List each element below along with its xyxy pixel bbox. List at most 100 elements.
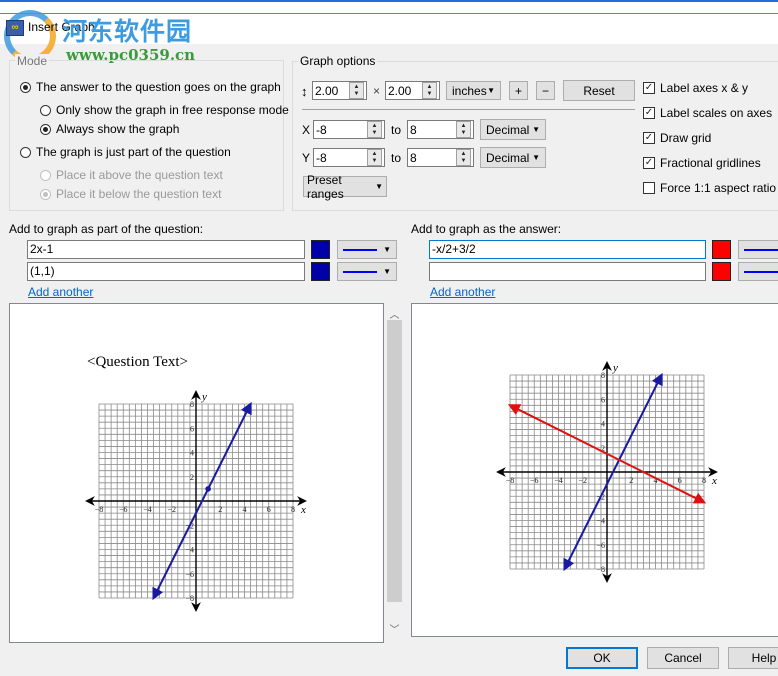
radio-only-free-response[interactable]: Only show the graph in free response mod… bbox=[40, 103, 289, 117]
series-point bbox=[205, 486, 211, 492]
app-icon: ∞ bbox=[6, 20, 24, 36]
checkbox[interactable]: ✓ bbox=[643, 157, 655, 169]
x-min-value[interactable]: -8 bbox=[314, 123, 367, 137]
x-tick-label: 6 bbox=[267, 505, 271, 514]
y-tick-label: −8 bbox=[596, 565, 605, 574]
y-tick-label: 6 bbox=[601, 395, 605, 404]
checkbox-draw-grid[interactable]: ✓ Draw grid bbox=[643, 131, 711, 145]
question-add-another-link[interactable]: Add another bbox=[28, 285, 93, 299]
checkbox-label-scales[interactable]: ✓ Label scales on axes bbox=[643, 106, 772, 120]
times-sign: × bbox=[373, 84, 381, 98]
x-tick-label: 4 bbox=[243, 505, 247, 514]
radio-button[interactable] bbox=[40, 104, 51, 116]
radio-answer-on-graph[interactable]: The answer to the question goes on the g… bbox=[20, 80, 281, 94]
height-spinner[interactable]: 2.00 ▲ ▼ bbox=[312, 81, 367, 100]
radio-place-above: Place it above the question text bbox=[40, 168, 223, 182]
radio-part-of-question[interactable]: The graph is just part of the question bbox=[20, 145, 231, 159]
line-style-sample bbox=[343, 270, 378, 273]
radio-button[interactable] bbox=[40, 123, 51, 135]
y-to-label: to bbox=[391, 151, 402, 165]
answer-item-color-swatch[interactable] bbox=[712, 262, 731, 281]
mode-legend: Mode bbox=[15, 54, 50, 68]
spin-arrows[interactable]: ▲ ▼ bbox=[422, 82, 437, 99]
radio-button[interactable] bbox=[20, 81, 31, 93]
x-max-value[interactable]: 8 bbox=[408, 123, 456, 137]
x-format-value: Decimal bbox=[486, 122, 530, 137]
question-item-input[interactable]: 2x-1 bbox=[27, 240, 305, 259]
y-min-value[interactable]: -8 bbox=[314, 151, 367, 165]
checkbox-label: Label axes x & y bbox=[660, 81, 749, 95]
radio-label: Only show the graph in free response mod… bbox=[56, 103, 289, 117]
y-tick-label: −4 bbox=[596, 517, 605, 526]
chevron-down-icon: ▼ bbox=[487, 86, 495, 95]
spin-arrows[interactable]: ▲ ▼ bbox=[456, 149, 471, 166]
y-tick-label: 6 bbox=[190, 424, 194, 433]
answer-item-input[interactable]: -x/2+3/2 bbox=[429, 240, 706, 259]
scroll-down-arrow[interactable]: ﹀ bbox=[384, 621, 405, 636]
radio-always-show[interactable]: Always show the graph bbox=[40, 122, 179, 136]
checkbox-label: Draw grid bbox=[660, 131, 712, 145]
y-tick-label: 8 bbox=[190, 400, 194, 409]
help-button[interactable]: Help bbox=[728, 647, 778, 669]
answer-item-input[interactable] bbox=[429, 262, 706, 281]
question-item-input[interactable]: (1,1) bbox=[27, 262, 305, 281]
spin-arrows[interactable]: ▲ ▼ bbox=[367, 121, 382, 138]
zoom-in-button[interactable]: + bbox=[509, 81, 528, 100]
x-format-dropdown[interactable]: Decimal ▼ bbox=[480, 119, 546, 140]
y-tick-label: −6 bbox=[596, 541, 605, 550]
answer-item-color-swatch[interactable] bbox=[712, 240, 731, 259]
spin-arrows[interactable]: ▲ ▼ bbox=[456, 121, 471, 138]
spin-arrows[interactable]: ▲ ▼ bbox=[349, 82, 364, 99]
checkbox-fractional-gridlines[interactable]: ✓ Fractional gridlines bbox=[643, 156, 761, 170]
height-value[interactable]: 2.00 bbox=[313, 84, 349, 98]
scroll-up-arrow[interactable]: ︿ bbox=[384, 306, 405, 321]
radio-button bbox=[40, 188, 51, 200]
question-preview-pane: <Question Text> xy−8−6−4−224688642−2−4−6… bbox=[9, 303, 384, 643]
checkbox[interactable]: ✓ bbox=[643, 82, 655, 94]
x-max-spinner[interactable]: 8 ▲ ▼ bbox=[407, 120, 474, 139]
y-max-value[interactable]: 8 bbox=[408, 151, 456, 165]
radio-button[interactable] bbox=[20, 146, 31, 158]
preset-ranges-button[interactable]: Preset ranges ▼ bbox=[303, 173, 387, 201]
ok-button[interactable]: OK bbox=[566, 647, 638, 669]
answer-item-line-style-dropdown[interactable] bbox=[738, 262, 778, 281]
watermark-text: 河东软件园 bbox=[62, 17, 193, 46]
units-dropdown[interactable]: inches ▼ bbox=[446, 81, 501, 100]
y-tick-label: 4 bbox=[601, 420, 605, 429]
checkbox[interactable] bbox=[643, 182, 655, 194]
chevron-down-icon: ▼ bbox=[383, 245, 391, 254]
title-bar-top-border bbox=[0, 0, 778, 2]
answer-add-another-link[interactable]: Add another bbox=[430, 285, 495, 299]
width-spinner[interactable]: 2.00 ▲ ▼ bbox=[385, 81, 440, 100]
checkbox-label: Label scales on axes bbox=[660, 106, 773, 120]
question-graph: xy−8−6−4−224688642−2−4−6−8 bbox=[85, 390, 307, 612]
y-min-spinner[interactable]: -8 ▲ ▼ bbox=[313, 148, 385, 167]
checkbox-force-aspect[interactable]: Force 1:1 aspect ratio bbox=[643, 181, 776, 195]
checkbox-label-axes[interactable]: ✓ Label axes x & y bbox=[643, 81, 748, 95]
answer-item-line-style-dropdown[interactable] bbox=[738, 240, 778, 259]
x-min-spinner[interactable]: -8 ▲ ▼ bbox=[313, 120, 385, 139]
spin-arrows[interactable]: ▲ ▼ bbox=[367, 149, 382, 166]
checkbox[interactable]: ✓ bbox=[643, 132, 655, 144]
x-tick-label: 2 bbox=[629, 476, 633, 485]
preview-scrollbar[interactable]: ︿ ﹀ bbox=[384, 303, 405, 643]
y-axis-label: y bbox=[201, 391, 207, 403]
radio-label: The answer to the question goes on the g… bbox=[36, 80, 281, 94]
reset-button[interactable]: Reset bbox=[563, 80, 635, 101]
y-format-dropdown[interactable]: Decimal ▼ bbox=[480, 147, 546, 168]
x-tick-label: −8 bbox=[95, 505, 104, 514]
scrollbar-thumb[interactable] bbox=[387, 320, 402, 602]
cancel-button[interactable]: Cancel bbox=[647, 647, 719, 669]
answer-preview-pane: xy−8−6−4−224688642−2−4−6−8 bbox=[411, 303, 778, 637]
checkbox[interactable]: ✓ bbox=[643, 107, 655, 119]
radio-label: Always show the graph bbox=[56, 122, 180, 136]
question-item-line-style-dropdown[interactable]: ▼ bbox=[337, 240, 397, 259]
question-item-color-swatch[interactable] bbox=[311, 240, 330, 259]
width-value[interactable]: 2.00 bbox=[386, 84, 422, 98]
question-item-line-style-dropdown[interactable]: ▼ bbox=[337, 262, 397, 281]
radio-label: Place it above the question text bbox=[56, 168, 223, 182]
y-max-spinner[interactable]: 8 ▲ ▼ bbox=[407, 148, 474, 167]
x-tick-label: 8 bbox=[702, 476, 706, 485]
question-item-color-swatch[interactable] bbox=[311, 262, 330, 281]
zoom-out-button[interactable]: − bbox=[536, 81, 555, 100]
